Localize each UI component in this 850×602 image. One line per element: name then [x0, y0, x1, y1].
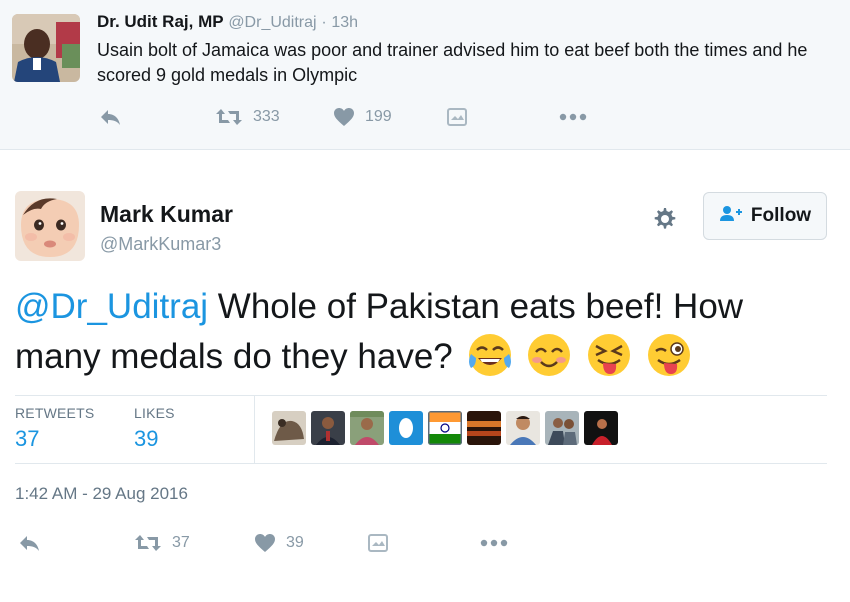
liker-avatar[interactable] [350, 411, 384, 445]
parent-tweet-text: Usain bolt of Jamaica was poor and train… [97, 40, 808, 85]
separator-dot: · [321, 14, 327, 31]
winking-face-with-tongue-icon [646, 332, 692, 378]
moments-icon [447, 108, 467, 126]
liker-avatar[interactable] [311, 411, 345, 445]
smiling-face-with-smiling-eyes-icon [526, 332, 572, 378]
like-button[interactable]: 39 [254, 530, 304, 556]
retweet-button[interactable]: 333 [215, 104, 280, 130]
moments-icon [368, 534, 388, 552]
more-button[interactable] [559, 104, 587, 130]
liker-avatar[interactable] [389, 411, 423, 445]
squinting-face-with-tongue-icon [586, 332, 632, 378]
liker-avatar[interactable] [272, 411, 306, 445]
like-count: 39 [286, 534, 304, 551]
moments-button[interactable] [447, 104, 467, 130]
likers-avatar-list [272, 411, 623, 447]
stats-vertical-divider [254, 396, 255, 463]
parent-tweet-time[interactable]: 13h [331, 14, 358, 31]
face-with-tears-of-joy-icon [467, 332, 513, 378]
likes-label: LIKES [134, 405, 175, 421]
like-button[interactable]: 199 [333, 104, 392, 130]
liker-avatar[interactable] [545, 411, 579, 445]
liker-avatar[interactable] [584, 411, 618, 445]
moments-button[interactable] [368, 530, 388, 556]
reply-icon [18, 534, 40, 552]
more-icon [559, 113, 587, 121]
parent-tweet-header: Dr. Udit Raj, MP @Dr_Uditraj · 13h [97, 12, 358, 32]
more-icon [480, 539, 508, 547]
stats-divider-bottom [15, 463, 827, 464]
parent-tweet: Dr. Udit Raj, MP @Dr_Uditraj · 13h Usain… [0, 0, 850, 150]
liker-avatar[interactable] [506, 411, 540, 445]
follow-label: Follow [750, 205, 812, 226]
main-author-handle[interactable]: @MarkKumar3 [100, 234, 221, 255]
more-button[interactable] [480, 530, 508, 556]
retweet-button[interactable]: 37 [134, 530, 190, 556]
heart-icon [254, 533, 276, 553]
retweets-stat[interactable]: RETWEETS 37 [15, 405, 94, 452]
parent-author-handle[interactable]: @Dr_Uditraj [228, 14, 316, 31]
heart-icon [333, 107, 355, 127]
reply-button[interactable] [99, 104, 121, 130]
like-count: 199 [365, 108, 392, 125]
liker-avatar[interactable] [467, 411, 501, 445]
likes-count: 39 [134, 426, 159, 451]
main-author-name[interactable]: Mark Kumar [100, 201, 233, 228]
main-tweet-text: @Dr_Uditraj Whole of Pakistan eats beef!… [15, 282, 835, 382]
retweet-icon [215, 107, 243, 127]
stats-divider-top [15, 395, 827, 396]
likes-stat[interactable]: LIKES 39 [134, 405, 175, 452]
reply-icon [99, 108, 121, 126]
parent-author-name[interactable]: Dr. Udit Raj, MP [97, 12, 224, 31]
main-author-avatar[interactable] [15, 191, 85, 261]
retweet-count: 333 [253, 108, 280, 125]
follow-button[interactable]: Follow [703, 192, 827, 240]
retweet-icon [134, 533, 162, 553]
gear-icon[interactable] [650, 204, 678, 232]
parent-author-avatar[interactable] [12, 14, 80, 82]
tweet-timestamp[interactable]: 1:42 AM - 29 Aug 2016 [15, 484, 188, 504]
retweets-count: 37 [15, 426, 40, 451]
liker-avatar[interactable] [428, 411, 462, 445]
retweet-count: 37 [172, 534, 190, 551]
add-user-icon [719, 204, 751, 228]
reply-button[interactable] [18, 530, 40, 556]
mention-link[interactable]: @Dr_Uditraj [15, 287, 208, 326]
retweets-label: RETWEETS [15, 405, 95, 421]
